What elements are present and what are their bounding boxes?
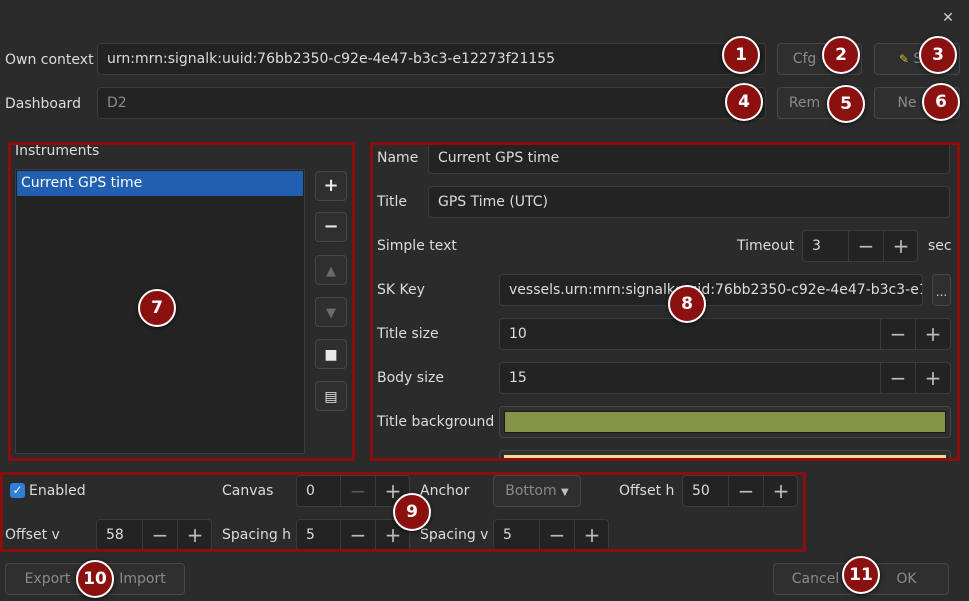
title-background-color-button[interactable]	[499, 406, 951, 438]
spacing-h-decrease-button[interactable]: −	[340, 520, 375, 550]
spacing-h-label: Spacing h	[222, 527, 292, 543]
title-field[interactable]: GPS Time (UTC)	[428, 186, 950, 218]
annotation-badge-3: 3	[919, 36, 957, 74]
next-color-swatch	[504, 455, 946, 460]
annotation-badge-6: 6	[922, 83, 960, 121]
offset-h-spinner[interactable]: 50 − +	[682, 475, 798, 507]
list-item-label: Current GPS time	[21, 175, 143, 191]
title-size-label: Title size	[377, 326, 439, 342]
annotation-badge-7: 7	[138, 289, 176, 327]
remove-instrument-button[interactable]: −	[315, 212, 347, 242]
body-size-value: 15	[509, 370, 527, 386]
body-size-label: Body size	[377, 370, 444, 386]
add-instrument-button[interactable]: +	[315, 171, 347, 201]
annotation-badge-11: 11	[842, 556, 880, 594]
spacing-h-value: 5	[306, 527, 315, 543]
enabled-label: Enabled	[29, 483, 86, 499]
offset-v-value: 58	[106, 527, 124, 543]
timeout-spinner[interactable]: 3 − +	[802, 230, 918, 262]
annotation-badge-5: 5	[827, 85, 865, 123]
annotation-badge-4: 4	[725, 83, 763, 121]
arrow-up-icon: ▲	[326, 264, 336, 279]
dashboard-label: Dashboard	[5, 96, 81, 112]
export-instrument-button[interactable]: ▤	[315, 381, 347, 411]
offset-h-label: Offset h	[619, 483, 675, 499]
save-instrument-button[interactable]: ■	[315, 339, 347, 369]
name-field[interactable]: Current GPS time	[428, 142, 950, 174]
spacing-v-spinner[interactable]: 5 − +	[493, 519, 609, 551]
title-size-decrease-button[interactable]: −	[880, 319, 915, 349]
save-icon: ■	[324, 347, 338, 363]
spacing-v-label: Spacing v	[420, 527, 489, 543]
title-size-spinner[interactable]: 10 − +	[499, 318, 951, 350]
next-color-button[interactable]	[499, 450, 951, 460]
timeout-label: Timeout	[737, 238, 795, 254]
move-up-button[interactable]: ▲	[315, 255, 347, 285]
close-icon[interactable]: ✕	[940, 10, 956, 26]
offset-h-value: 50	[692, 483, 710, 499]
timeout-value: 3	[812, 238, 821, 254]
simple-text-label: Simple text	[377, 238, 457, 254]
dashboard-field[interactable]: D2	[97, 87, 766, 119]
annotation-badge-10: 10	[76, 560, 114, 598]
canvas-decrease-button[interactable]: −	[340, 476, 375, 506]
canvas-label: Canvas	[222, 483, 274, 499]
document-icon: ▤	[324, 389, 338, 405]
pencil-icon: ✎	[898, 52, 909, 66]
anchor-dropdown[interactable]: Bottom ▼	[493, 475, 581, 507]
body-size-spinner[interactable]: 15 − +	[499, 362, 951, 394]
chevron-down-icon: ▼	[561, 487, 569, 498]
spacing-v-value: 5	[503, 527, 512, 543]
title-background-label: Title background	[377, 414, 495, 430]
enabled-checkbox[interactable]: ✓	[10, 483, 25, 498]
anchor-label: Anchor	[420, 483, 470, 499]
offset-v-label: Offset v	[5, 527, 60, 543]
offset-h-decrease-button[interactable]: −	[728, 476, 763, 506]
anchor-value: Bottom	[505, 483, 557, 499]
annotation-badge-1: 1	[722, 36, 760, 74]
body-size-increase-button[interactable]: +	[915, 363, 950, 393]
title-label: Title	[377, 194, 408, 210]
sk-key-field[interactable]: vessels.urn:mrn:signalk:uuid:76bb2350-c9…	[499, 274, 923, 306]
move-down-button[interactable]: ▼	[315, 297, 347, 327]
annotation-badge-9: 9	[393, 493, 431, 531]
offset-v-decrease-button[interactable]: −	[142, 520, 177, 550]
title-background-swatch	[504, 411, 946, 433]
name-label: Name	[377, 150, 419, 166]
offset-h-increase-button[interactable]: +	[763, 476, 798, 506]
own-context-label: Own context	[5, 52, 94, 68]
list-item[interactable]: Current GPS time	[17, 171, 303, 196]
body-size-decrease-button[interactable]: −	[880, 363, 915, 393]
title-size-increase-button[interactable]: +	[915, 319, 950, 349]
spacing-v-increase-button[interactable]: +	[574, 520, 609, 550]
canvas-value: 0	[306, 483, 315, 499]
offset-v-spinner[interactable]: 58 − +	[96, 519, 212, 551]
annotation-badge-8: 8	[668, 285, 706, 323]
own-context-field[interactable]: urn:mrn:signalk:uuid:76bb2350-c92e-4e47-…	[97, 43, 766, 75]
spacing-v-decrease-button[interactable]: −	[539, 520, 574, 550]
instruments-title: Instruments	[15, 143, 100, 159]
offset-v-increase-button[interactable]: +	[177, 520, 212, 550]
title-size-value: 10	[509, 326, 527, 342]
timeout-decrease-button[interactable]: −	[848, 231, 883, 261]
sk-key-label: SK Key	[377, 282, 425, 298]
timeout-increase-button[interactable]: +	[883, 231, 918, 261]
annotation-badge-2: 2	[822, 36, 860, 74]
timeout-unit: sec	[928, 238, 952, 254]
arrow-down-icon: ▼	[326, 306, 336, 321]
sk-key-browse-button[interactable]: ...	[932, 274, 951, 306]
spacing-h-spinner[interactable]: 5 − +	[296, 519, 410, 551]
canvas-spinner[interactable]: 0 − +	[296, 475, 410, 507]
